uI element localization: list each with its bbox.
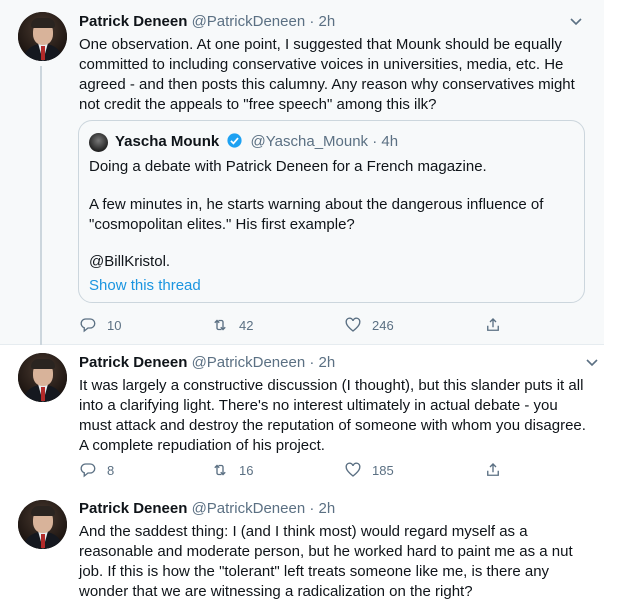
- author-name[interactable]: Patrick Deneen: [79, 354, 187, 371]
- quoted-author-avatar: [89, 133, 108, 152]
- retweet-button[interactable]: 16: [211, 460, 253, 480]
- tweet-timestamp[interactable]: · 2h: [309, 500, 335, 517]
- reply-count: 10: [107, 317, 122, 333]
- share-icon: [487, 463, 499, 476]
- quoted-author-name: Yascha Mounk: [115, 133, 220, 150]
- quoted-author-handle: @Yascha_Mounk: [250, 133, 369, 150]
- share-button[interactable]: [484, 460, 512, 480]
- verified-badge-icon: [227, 133, 242, 148]
- share-icon: [487, 318, 499, 331]
- author-handle[interactable]: @PatrickDeneen: [192, 354, 306, 371]
- thread-connector-line: [40, 66, 42, 345]
- author-handle[interactable]: @PatrickDeneen: [192, 13, 306, 30]
- quoted-tweet-text-line: @BillKristol.: [89, 253, 171, 270]
- retweet-count: 42: [239, 317, 254, 333]
- tweet-timestamp[interactable]: · 2h: [309, 354, 335, 371]
- tweet-text: And the saddest thing: I (and I think mo…: [79, 523, 573, 600]
- reply-button[interactable]: 8: [79, 460, 114, 480]
- quoted-tweet-card[interactable]: Yascha Mounk @Yascha_Mounk · 4h Doing a …: [78, 120, 585, 303]
- author-avatar[interactable]: [18, 12, 67, 61]
- retweet-button[interactable]: 42: [211, 315, 253, 335]
- quoted-tweet-text-line: A few minutes in, he starts warning abou…: [89, 196, 544, 213]
- author-handle[interactable]: @PatrickDeneen: [192, 500, 306, 517]
- like-button[interactable]: 246: [344, 315, 394, 335]
- tweet[interactable]: Patrick Deneen @PatrickDeneen · 2h One o…: [0, 0, 604, 345]
- like-icon: [345, 462, 361, 477]
- tweet-actions: 10 42 246: [79, 315, 519, 335]
- tweet-header: Patrick Deneen @PatrickDeneen · 2h: [79, 12, 335, 32]
- tweet-header: Patrick Deneen @PatrickDeneen · 2h: [79, 499, 335, 519]
- retweet-icon: [214, 464, 226, 476]
- like-icon: [345, 317, 361, 332]
- author-name[interactable]: Patrick Deneen: [79, 500, 187, 517]
- share-button[interactable]: [484, 315, 512, 335]
- author-avatar[interactable]: [18, 353, 67, 402]
- tweet-text: One observation. At one point, I suggest…: [79, 36, 575, 113]
- author-name[interactable]: Patrick Deneen: [79, 13, 187, 30]
- like-button[interactable]: 185: [344, 460, 394, 480]
- chevron-down-icon[interactable]: [586, 359, 598, 367]
- quoted-tweet-timestamp: · 4h: [372, 133, 399, 150]
- retweet-count: 16: [239, 462, 254, 478]
- show-this-thread-link[interactable]: Show this thread: [89, 276, 201, 296]
- tweet-actions: 8 16 185: [79, 460, 519, 480]
- like-count: 185: [372, 462, 394, 478]
- quoted-tweet-text-line: "cosmopolitan elites." His first example…: [89, 216, 355, 233]
- reply-icon: [80, 463, 96, 478]
- quoted-tweet-header: Yascha Mounk @Yascha_Mounk · 4h: [115, 132, 398, 152]
- tweet-text: It was largely a constructive discussion…: [79, 377, 586, 454]
- author-avatar[interactable]: [18, 500, 67, 549]
- reply-icon: [80, 318, 96, 333]
- like-count: 246: [372, 317, 394, 333]
- tweet-timestamp[interactable]: · 2h: [309, 13, 335, 30]
- reply-count: 8: [107, 462, 115, 478]
- quoted-tweet-text-line: Doing a debate with Patrick Deneen for a…: [89, 158, 487, 175]
- retweet-icon: [214, 319, 226, 331]
- tweet-header: Patrick Deneen @PatrickDeneen · 2h: [79, 353, 335, 373]
- reply-button[interactable]: 10: [79, 315, 121, 335]
- chevron-down-icon[interactable]: [570, 18, 582, 26]
